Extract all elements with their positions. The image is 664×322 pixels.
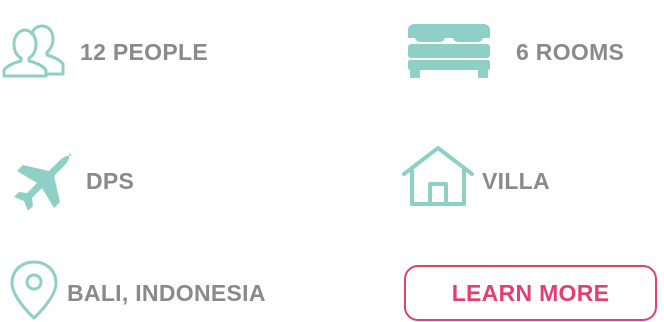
people-label: 12 PEOPLE <box>80 39 208 65</box>
feature-airport: DPS <box>0 148 260 210</box>
property-type-label: VILLA <box>482 168 550 194</box>
location-label: BALI, INDONESIA <box>67 280 266 306</box>
airplane-icon <box>14 152 73 210</box>
learn-more-button[interactable]: LEARN MORE <box>404 265 657 321</box>
airport-label: DPS <box>86 168 135 194</box>
house-icon <box>402 146 474 206</box>
feature-people: 12 PEOPLE <box>0 22 260 82</box>
feature-rooms: 6 ROOMS <box>406 22 664 82</box>
feature-property-type: VILLA <box>400 144 660 206</box>
bed-icon <box>408 24 490 78</box>
rooms-label: 6 ROOMS <box>516 39 625 65</box>
location-pin-icon <box>10 260 58 320</box>
feature-location: BALI, INDONESIA <box>0 256 340 320</box>
people-icon <box>2 24 65 78</box>
